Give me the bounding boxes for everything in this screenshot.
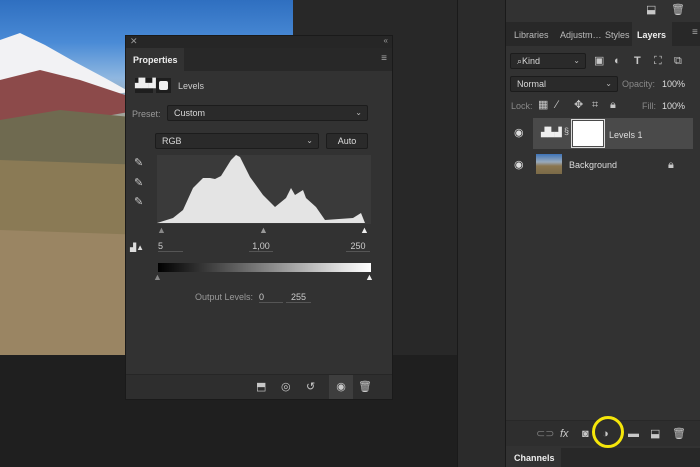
lock-image-icon[interactable]: ∕ (556, 98, 558, 112)
tab-styles[interactable]: Styles (605, 30, 630, 40)
white-output-slider[interactable]: ▲ (365, 272, 374, 282)
eye-icon[interactable]: ◉ (514, 126, 524, 139)
panel-menu-icon[interactable]: ≡ (381, 53, 387, 64)
lock-icon: 🔒︎ (668, 159, 674, 171)
highlight-circle (592, 416, 624, 448)
auto-button[interactable]: Auto (326, 133, 368, 149)
visibility-toggle[interactable]: ◉ (329, 375, 353, 399)
tab-libraries[interactable]: Libraries (514, 30, 549, 40)
black-output-slider[interactable]: ▲ (153, 272, 162, 282)
preset-label: Preset: (132, 109, 161, 119)
levels-icon[interactable]: ▟▙▟ (135, 78, 156, 93)
gamma-input-field[interactable]: 1,00 (249, 241, 273, 252)
layers-panel: ⬓ 🗑 Libraries Adjustm… Styles Layers ≡ ⌕… (505, 0, 700, 467)
tab-adjustments[interactable]: Adjustm… (560, 30, 602, 40)
delete-icon[interactable]: 🗑 (358, 380, 372, 394)
chevron-down-icon: ⌄ (573, 56, 580, 65)
panel-tabbar: Libraries Adjustm… Styles Layers ≡ (506, 22, 700, 46)
levels-icon: ▟▙▟ (541, 127, 562, 137)
blend-mode-value: Normal (517, 79, 547, 89)
fill-label: Fill: (642, 101, 656, 111)
blend-mode-dropdown[interactable]: Normal ⌄ (510, 76, 618, 92)
trash-icon[interactable]: 🗑 (672, 427, 686, 441)
collapse-icon[interactable]: « (384, 36, 388, 45)
tab-properties[interactable]: Properties (126, 48, 184, 71)
adjustment-name: Levels (178, 81, 205, 91)
new-icon[interactable]: ⬓ (646, 3, 656, 17)
opacity-field[interactable]: 100% (662, 79, 685, 89)
chevron-down-icon: ⌄ (355, 108, 362, 117)
eye-icon: ◉ (336, 381, 346, 393)
gray-eyedropper-icon[interactable]: ✎ (134, 176, 143, 190)
chevron-down-icon: ⌄ (605, 79, 612, 88)
fx-icon[interactable]: fx (560, 427, 569, 441)
layer-row-background[interactable]: ◉ Background 🔒︎ (506, 151, 700, 179)
panel-dock-column (457, 0, 505, 467)
opacity-label: Opacity: (622, 79, 656, 89)
layer-thumbnail (536, 154, 562, 174)
chevron-down-icon: ⌄ (306, 136, 313, 145)
clip-to-layer-icon[interactable]: ⬒ (256, 380, 266, 394)
preset-dropdown[interactable]: Custom ⌄ (167, 105, 368, 121)
layer-name[interactable]: Background (569, 160, 617, 170)
white-output-field[interactable]: 255 (286, 292, 311, 303)
output-levels-label: Output Levels: (195, 292, 254, 302)
layers-footer: ⊂⊃ fx ◙ ◑ ▬ ⬓ 🗑 (506, 416, 700, 448)
fill-field[interactable]: 100% (662, 101, 685, 111)
lock-transparent-icon[interactable]: ▦ (538, 98, 548, 112)
black-eyedropper-icon[interactable]: ✎ (134, 156, 143, 170)
channels-tabbar: Channels (506, 448, 700, 467)
link-icon[interactable]: § (564, 126, 569, 136)
histogram (157, 155, 371, 224)
black-input-slider[interactable]: ▲ (157, 225, 166, 235)
preset-value: Custom (174, 108, 206, 118)
lock-position-icon[interactable]: ✥ (574, 98, 583, 112)
channel-value: RGB (162, 136, 182, 146)
folder-icon[interactable]: ▬ (628, 427, 639, 441)
filter-type-icon[interactable]: T (634, 54, 641, 68)
tab-layers[interactable]: Layers (632, 22, 672, 46)
filter-pixel-icon[interactable]: ▣ (594, 54, 604, 68)
clipping-warning-icon[interactable]: ▟▲ (130, 243, 144, 252)
output-gradient-bar (158, 263, 371, 272)
white-input-field[interactable]: 250 (346, 241, 370, 252)
layer-name[interactable]: Levels 1 (609, 130, 643, 140)
trash-icon[interactable]: 🗑 (671, 3, 685, 17)
view-previous-icon[interactable]: ◎ (281, 380, 291, 394)
reset-icon[interactable]: ↺ (306, 380, 315, 394)
black-output-field[interactable]: 0 (259, 292, 283, 303)
layer-row-levels[interactable]: ◉ ▟▙▟ § Levels 1 (506, 118, 700, 149)
panel-titlebar[interactable]: ✕ « (126, 36, 392, 48)
new-layer-icon[interactable]: ⬓ (650, 427, 660, 441)
filter-smart-object-icon[interactable]: ⧉ (674, 54, 682, 68)
eye-icon[interactable]: ◉ (514, 158, 524, 171)
tab-channels[interactable]: Channels (506, 448, 561, 467)
white-eyedropper-icon[interactable]: ✎ (134, 195, 143, 209)
panel-tabbar: Properties ≡ (126, 48, 392, 71)
lock-artboard-icon[interactable]: ⌗ (592, 98, 598, 112)
filter-kind-dropdown[interactable]: ⌕Kind ⌄ (510, 53, 586, 69)
panel-menu-icon[interactable]: ≡ (692, 27, 698, 38)
white-input-slider[interactable]: ▲ (360, 225, 369, 235)
layer-mask-thumbnail[interactable] (571, 119, 605, 148)
black-input-field[interactable]: 5 (158, 241, 183, 252)
mask-icon[interactable] (156, 78, 171, 93)
properties-footer: ⬒ ◎ ↺ ◉ 🗑 (126, 374, 392, 399)
filter-adjustment-icon[interactable]: ◐ (614, 54, 621, 68)
lock-label: Lock: (511, 101, 533, 111)
mask-icon[interactable]: ◙ (582, 427, 589, 441)
gamma-input-slider[interactable]: ▲ (259, 225, 268, 235)
close-icon[interactable]: ✕ (130, 36, 138, 47)
link-icon[interactable]: ⊂⊃ (536, 427, 554, 441)
filter-kind-value: Kind (522, 56, 541, 66)
channel-dropdown[interactable]: RGB ⌄ (155, 133, 319, 149)
properties-panel: ✕ « Properties ≡ ▟▙▟ Levels Preset: Cust… (125, 35, 393, 400)
lock-all-icon[interactable]: 🔒︎ (610, 98, 616, 112)
filter-shape-icon[interactable]: ⛶ (654, 54, 662, 68)
